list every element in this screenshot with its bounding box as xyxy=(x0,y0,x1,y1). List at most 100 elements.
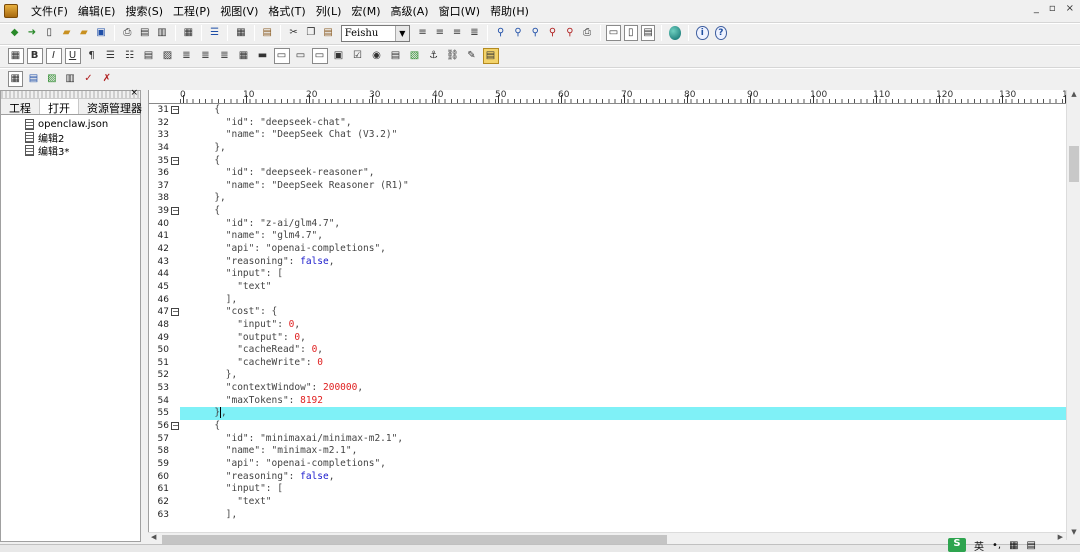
panel-grip[interactable]: × xyxy=(1,88,140,99)
open-recent-icon[interactable]: ▰ xyxy=(77,25,91,41)
tab-open[interactable]: 打开 xyxy=(40,99,79,115)
code-line[interactable]: "id": "minimaxai/minimax-m2.1", xyxy=(180,433,1067,446)
window-list-icon[interactable]: ▤ xyxy=(640,25,656,41)
align-left-icon[interactable]: ≡ xyxy=(415,25,429,41)
find-in-files-icon[interactable]: ⚲ xyxy=(545,25,559,41)
help-icon[interactable]: i xyxy=(696,26,709,40)
globe-icon[interactable] xyxy=(668,26,682,40)
align-center-icon[interactable]: ≡ xyxy=(433,25,447,41)
code-line[interactable]: "output": 0, xyxy=(180,332,1067,345)
split-horizontal-icon[interactable]: ▭ xyxy=(606,25,621,41)
new-file-icon[interactable]: ▯ xyxy=(42,25,56,41)
code-line[interactable]: }, xyxy=(180,142,1067,155)
hyperlink-icon[interactable]: ▤ xyxy=(141,48,157,64)
chevron-down-icon[interactable]: ▼ xyxy=(394,25,409,41)
image-icon[interactable]: ▨ xyxy=(160,48,176,64)
print-icon[interactable]: ⎙ xyxy=(120,25,134,41)
code-line[interactable]: }, xyxy=(180,369,1067,382)
radio-tag-icon[interactable]: ◉ xyxy=(369,48,385,64)
horizontal-scroll-thumb[interactable] xyxy=(162,535,667,544)
fold-icon[interactable]: − xyxy=(171,308,179,317)
align-justify-icon[interactable]: ≣ xyxy=(467,25,481,41)
code-line[interactable]: ], xyxy=(180,294,1067,307)
code-line[interactable]: { xyxy=(180,420,1067,433)
menu-project[interactable]: 工程(P) xyxy=(168,3,215,19)
page-setup-icon[interactable]: ▥ xyxy=(155,25,169,41)
scroll-up-icon[interactable]: ▲ xyxy=(1067,90,1080,102)
html-template-icon[interactable]: ▦ xyxy=(7,48,24,64)
print-preview-icon[interactable]: ▤ xyxy=(138,25,152,41)
code-line[interactable]: "name": "DeepSeek Chat (V3.2)" xyxy=(180,129,1067,142)
code-line[interactable]: "api": "openai-completions", xyxy=(180,458,1067,471)
app-icon[interactable] xyxy=(4,4,18,18)
ime-punct-icon[interactable]: •, xyxy=(992,540,1001,551)
code-line[interactable]: "text" xyxy=(180,281,1067,294)
align-right-icon[interactable]: ≡ xyxy=(450,25,464,41)
table-icon[interactable]: ▦ xyxy=(236,48,252,64)
code-line[interactable]: { xyxy=(180,155,1067,168)
link-tag-icon[interactable]: ⛓ xyxy=(445,48,461,64)
ime-logo-icon[interactable]: S xyxy=(948,538,966,552)
code-line[interactable]: }, xyxy=(180,192,1067,205)
tab-explorer[interactable]: 资源管理器 xyxy=(79,99,151,115)
context-help-icon[interactable]: ? xyxy=(714,26,728,40)
code-editor[interactable]: 01020304050607080901001101201301 31−3233… xyxy=(148,90,1080,540)
paste-icon[interactable]: ▤ xyxy=(321,25,335,41)
code-line[interactable]: "api": "openai-completions", xyxy=(180,243,1067,256)
code-area[interactable]: { "id": "deepseek-chat", "name": "DeepSe… xyxy=(180,104,1067,540)
picture-icon[interactable]: ▧ xyxy=(407,48,423,64)
code-line[interactable]: "reasoning": false, xyxy=(180,256,1067,269)
tree-icon[interactable]: ▤ xyxy=(26,71,41,87)
fold-icon[interactable]: − xyxy=(171,156,179,165)
menu-column[interactable]: 列(L) xyxy=(311,3,347,19)
split-vertical-icon[interactable]: ▯ xyxy=(623,25,638,41)
vertical-scroll-thumb[interactable] xyxy=(1069,146,1079,182)
fold-icon[interactable]: − xyxy=(171,422,179,431)
code-line[interactable]: "cacheRead": 0, xyxy=(180,344,1067,357)
code-line[interactable]: "cost": { xyxy=(180,306,1067,319)
code-line[interactable]: ], xyxy=(180,509,1067,522)
panel-close-icon[interactable]: × xyxy=(130,88,138,98)
script-icon[interactable]: ▤ xyxy=(482,48,499,64)
save-icon[interactable]: ▣ xyxy=(94,25,108,41)
menu-window[interactable]: 窗口(W) xyxy=(434,3,485,19)
export-icon[interactable]: ▨ xyxy=(44,71,59,87)
font-select[interactable]: Feishu ▼ xyxy=(340,24,410,42)
open-folder-icon[interactable]: ▰ xyxy=(59,25,73,41)
tools-icon[interactable]: ✗ xyxy=(99,71,114,87)
horizontal-rule-icon[interactable]: ▬ xyxy=(255,48,271,64)
code-line[interactable]: "reasoning": false, xyxy=(180,471,1067,484)
menu-edit[interactable]: 编辑(E) xyxy=(73,3,121,19)
find-next-icon[interactable]: ⚲ xyxy=(511,25,525,41)
clipboard-icon[interactable]: ▤ xyxy=(260,25,274,41)
code-line[interactable]: "input": [ xyxy=(180,268,1067,281)
menu-view[interactable]: 视图(V) xyxy=(215,3,263,19)
code-line[interactable]: { xyxy=(180,205,1067,218)
spell-check-icon[interactable]: ✓ xyxy=(81,71,96,87)
form-icon[interactable]: ▭ xyxy=(273,48,290,64)
replace-icon[interactable]: ⚲ xyxy=(528,25,542,41)
code-line[interactable]: "contextWindow": 200000, xyxy=(180,382,1067,395)
open-file-item[interactable]: 编辑3* xyxy=(25,144,140,158)
ime-keyboard-icon[interactable]: ▦ xyxy=(1009,540,1018,551)
file-input-icon[interactable]: ▣ xyxy=(331,48,347,64)
replace-in-files-icon[interactable]: ⚲ xyxy=(563,25,577,41)
print-file-icon[interactable]: ⎙ xyxy=(580,25,594,41)
ime-mode[interactable]: 英 xyxy=(974,538,984,552)
code-line[interactable]: "name": "DeepSeek Reasoner (R1)" xyxy=(180,180,1067,193)
code-line[interactable]: "cacheWrite": 0 xyxy=(180,357,1067,370)
code-line[interactable]: "input": 0, xyxy=(180,319,1067,332)
code-line[interactable]: "input": [ xyxy=(180,483,1067,496)
menu-advanced[interactable]: 高级(A) xyxy=(385,3,433,19)
sheet-icon[interactable]: ▥ xyxy=(62,71,77,87)
anchor-icon[interactable]: ⚓ xyxy=(426,48,442,64)
vertical-scrollbar[interactable]: ▲ ▼ xyxy=(1066,90,1080,540)
textarea-icon[interactable]: ▭ xyxy=(293,48,309,64)
code-line[interactable]: "text" xyxy=(180,496,1067,509)
code-line[interactable]: { xyxy=(180,104,1067,117)
align-center-tag-icon[interactable]: ≣ xyxy=(198,48,214,64)
find-icon[interactable]: ⚲ xyxy=(494,25,508,41)
back-icon[interactable]: ◆ xyxy=(8,25,22,41)
code-line[interactable]: "maxTokens": 8192 xyxy=(180,395,1067,408)
menu-macro[interactable]: 宏(M) xyxy=(346,3,385,19)
